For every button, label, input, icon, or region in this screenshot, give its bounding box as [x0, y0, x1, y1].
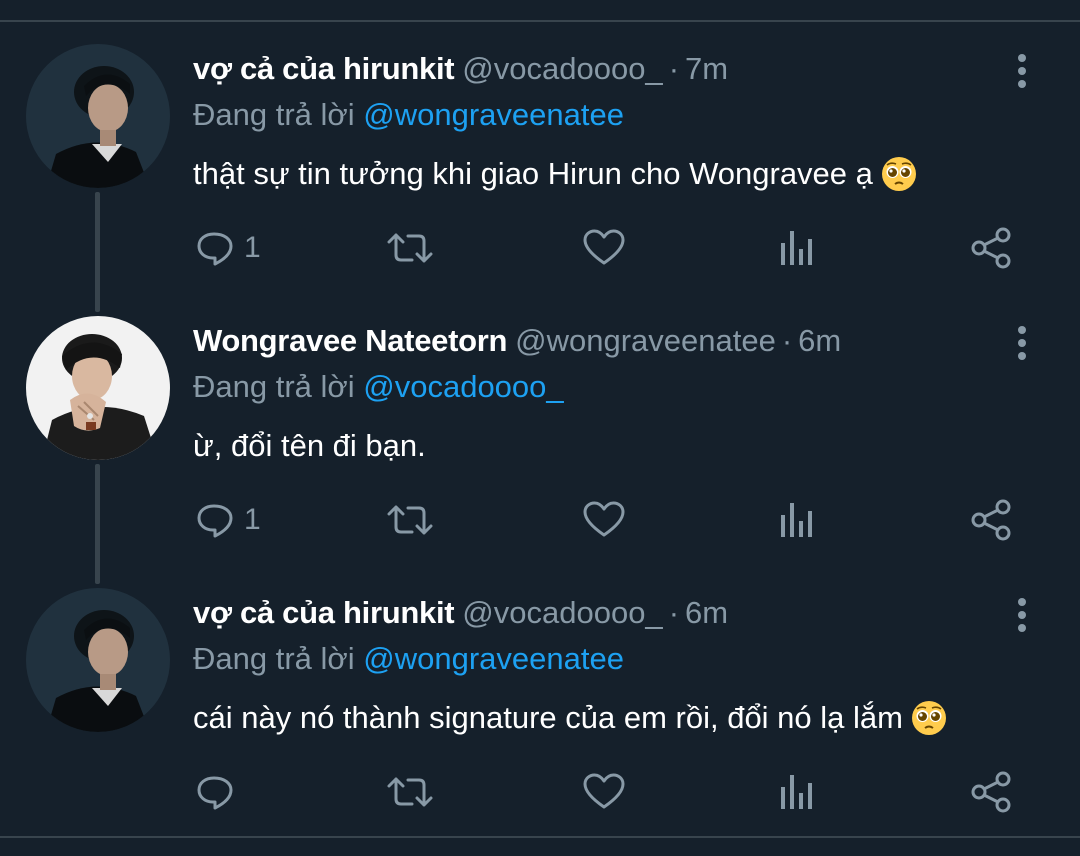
more-options-icon[interactable] [1008, 51, 1036, 91]
tweet-body: thật sự tin tưởng khi giao Hirun cho Won… [193, 156, 873, 191]
replying-to-mention[interactable]: @wongraveenatee [363, 641, 624, 676]
analytics-button[interactable] [779, 767, 815, 817]
like-icon [583, 773, 625, 809]
replying-to-mention[interactable]: @wongraveenatee [363, 97, 624, 132]
avatar-photo-dark [26, 588, 170, 732]
more-options-icon[interactable] [1008, 323, 1036, 363]
tweet-timestamp[interactable]: 7m [685, 51, 728, 87]
user-handle[interactable]: @vocadoooo_ [462, 51, 662, 87]
analytics-button[interactable] [779, 495, 815, 545]
like-button[interactable] [583, 767, 625, 817]
tweet[interactable]: vợ cả của hirunkit @vocadoooo_ · 7m Đang… [0, 30, 1080, 302]
tweet-header: vợ cả của hirunkit @vocadoooo_ · 7m [193, 51, 728, 91]
tweet-actions-bar: 1 [0, 495, 1080, 545]
more-options-icon[interactable] [1008, 595, 1036, 635]
replying-to-line: Đang trả lời @wongraveenatee [193, 97, 624, 137]
separator-dot: · [781, 323, 793, 358]
reply-count: 1 [244, 231, 261, 264]
share-icon [971, 499, 1011, 541]
share-button[interactable] [970, 223, 1012, 273]
replying-to-line: Đang trả lời @vocadoooo_ [193, 369, 564, 409]
retweet-button[interactable] [386, 223, 434, 273]
display-name[interactable]: vợ cả của hirunkit [193, 51, 455, 87]
share-button[interactable] [970, 767, 1012, 817]
user-avatar[interactable] [26, 44, 170, 188]
retweet-icon [387, 233, 433, 263]
user-handle[interactable]: @wongraveenatee [515, 323, 776, 359]
retweet-icon [387, 505, 433, 535]
tweet-text: thật sự tin tưởng khi giao Hirun cho Won… [193, 154, 917, 194]
analytics-icon [781, 503, 812, 537]
replying-to-label: Đang trả lời [193, 369, 355, 404]
reply-icon [197, 776, 233, 810]
replying-to-label: Đang trả lời [193, 97, 355, 132]
tweet-text: ừ, đổi tên đi bạn. [193, 426, 426, 466]
analytics-icon [781, 231, 812, 265]
reply-button[interactable]: 1 [196, 223, 261, 273]
tweet-timestamp[interactable]: 6m [798, 323, 841, 359]
reply-button[interactable]: 1 [196, 495, 261, 545]
avatar-photo-light [26, 316, 170, 460]
separator-dot: · [668, 51, 680, 86]
replying-to-mention[interactable]: @vocadoooo_ [363, 369, 563, 404]
tweet-body: ừ, đổi tên đi bạn. [193, 428, 426, 463]
separator-dot: · [668, 595, 680, 630]
tweet-actions-bar: 1 [0, 223, 1080, 273]
like-icon [583, 501, 625, 537]
like-icon [583, 229, 625, 265]
analytics-icon [781, 775, 812, 809]
share-icon [971, 771, 1011, 813]
user-avatar[interactable] [26, 316, 170, 460]
pleading-face-emoji [881, 157, 916, 191]
tweet-text: cái này nó thành signature của em rồi, đ… [193, 698, 947, 738]
replying-to-line: Đang trả lời @wongraveenatee [193, 641, 624, 681]
replying-to-label: Đang trả lời [193, 641, 355, 676]
tweet[interactable]: Wongravee Nateetorn @wongraveenatee · 6m… [0, 302, 1080, 574]
tweet-timestamp[interactable]: 6m [685, 595, 728, 631]
retweet-icon [387, 777, 433, 807]
reply-button[interactable] [196, 767, 244, 817]
avatar-photo-dark [26, 44, 170, 188]
like-button[interactable] [583, 495, 625, 545]
like-button[interactable] [583, 223, 625, 273]
tweet-body: cái này nó thành signature của em rồi, đ… [193, 700, 903, 735]
bottom-divider [0, 836, 1080, 838]
top-divider [0, 20, 1080, 22]
share-button[interactable] [970, 495, 1012, 545]
share-icon [971, 227, 1011, 269]
retweet-button[interactable] [386, 767, 434, 817]
user-handle[interactable]: @vocadoooo_ [462, 595, 662, 631]
tweet-header: vợ cả của hirunkit @vocadoooo_ · 6m [193, 595, 728, 635]
tweet-actions-bar [0, 767, 1080, 817]
display-name[interactable]: Wongravee Nateetorn [193, 323, 507, 359]
reply-icon [197, 232, 233, 266]
reply-icon [197, 504, 233, 538]
retweet-button[interactable] [386, 495, 434, 545]
display-name[interactable]: vợ cả của hirunkit [193, 595, 455, 631]
reply-count: 1 [244, 503, 261, 536]
tweet-header: Wongravee Nateetorn @wongraveenatee · 6m [193, 323, 841, 363]
analytics-button[interactable] [779, 223, 815, 273]
tweet[interactable]: vợ cả của hirunkit @vocadoooo_ · 6m Đang… [0, 574, 1080, 846]
pleading-face-emoji [911, 701, 946, 735]
user-avatar[interactable] [26, 588, 170, 732]
